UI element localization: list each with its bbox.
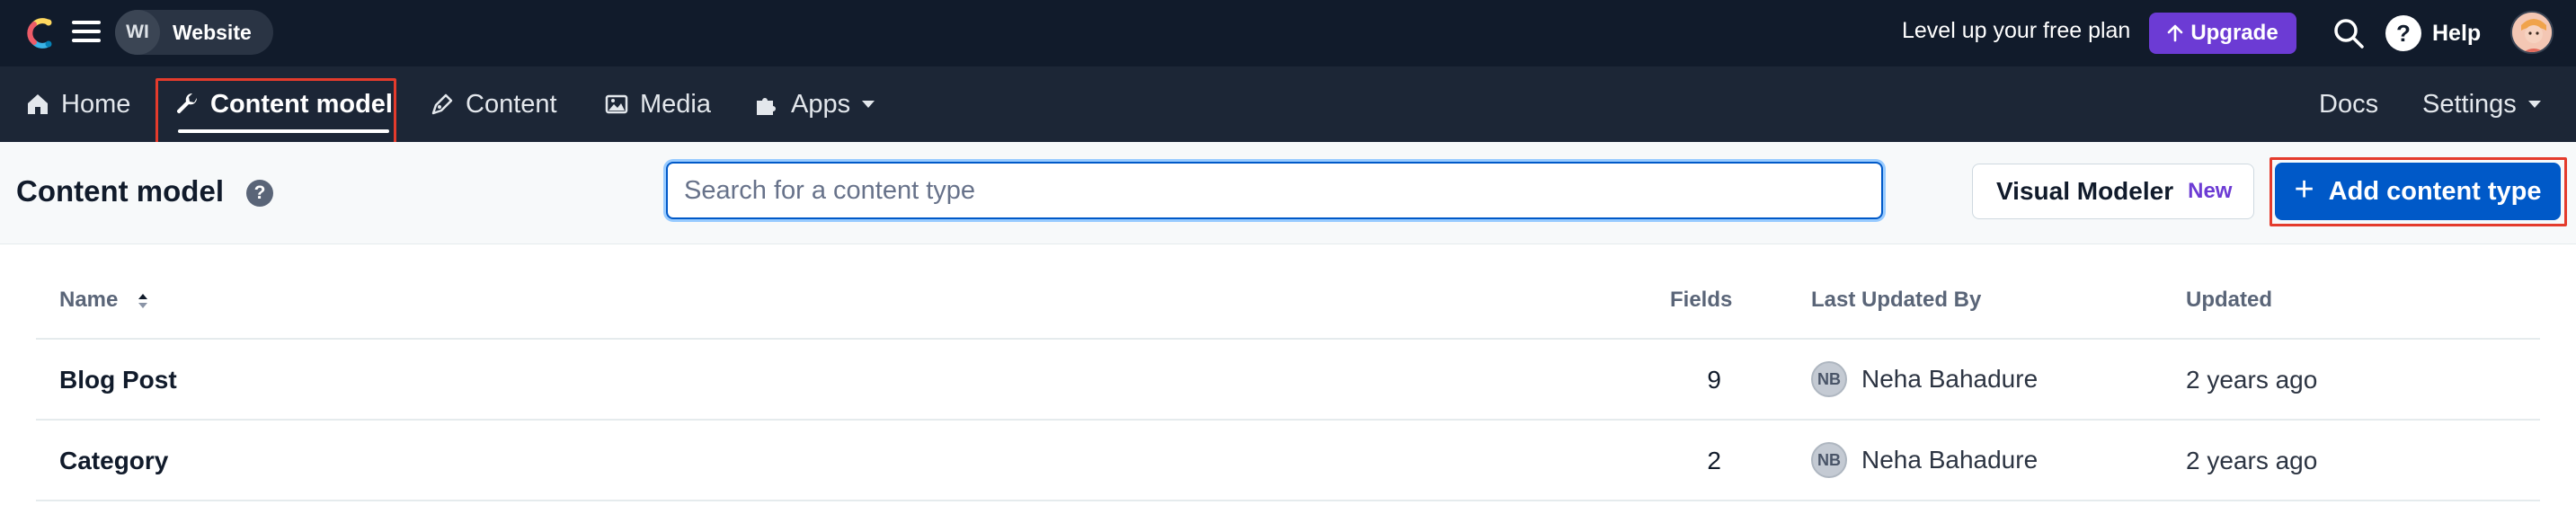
upgrade-promo-text: Level up your free plan <box>1902 18 2131 43</box>
content-type-name[interactable]: Category <box>59 447 168 475</box>
column-header-updated: Updated <box>2186 288 2272 312</box>
fields-count: 2 <box>1707 447 1721 474</box>
nav-content[interactable]: Content <box>430 66 557 142</box>
nav-home[interactable]: Home <box>25 66 130 142</box>
last-updated-by: NB Neha Bahadure <box>1811 361 2038 397</box>
nav-apps[interactable]: Apps <box>753 66 875 142</box>
page-header: Content model ? Visual Modeler New + Add… <box>0 142 2576 244</box>
home-icon <box>28 94 48 114</box>
column-name-label: Name <box>59 288 119 312</box>
nav-settings[interactable]: Settings <box>2422 66 2542 142</box>
content-type-search-input[interactable] <box>666 162 1883 219</box>
nav-media-label: Media <box>640 89 711 119</box>
contentful-logo-icon[interactable] <box>22 15 58 51</box>
puzzle-icon <box>757 98 776 115</box>
user-avatar[interactable] <box>2510 11 2554 54</box>
visual-modeler-label: Visual Modeler <box>1996 177 2174 205</box>
nav-media[interactable]: Media <box>604 66 711 142</box>
table-row[interactable]: Category 2 NB Neha Bahadure 2 years ago <box>36 421 2540 501</box>
table-row[interactable]: Blog Post 9 NB Neha Bahadure 2 years ago <box>36 340 2540 421</box>
menu-icon[interactable] <box>72 21 101 46</box>
avatar: NB <box>1811 361 1847 397</box>
help-icon[interactable]: ? <box>246 180 273 207</box>
nav-home-label: Home <box>61 89 131 119</box>
fields-count: 9 <box>1707 366 1721 394</box>
column-header-name[interactable]: Name <box>59 288 149 313</box>
highlight-add-content-type <box>2270 157 2567 226</box>
user-name: Neha Bahadure <box>1861 446 2039 474</box>
arrow-up-icon <box>2168 24 2183 42</box>
nav-settings-label: Settings <box>2422 89 2517 119</box>
content-type-name[interactable]: Blog Post <box>59 366 177 394</box>
search-icon[interactable] <box>2332 16 2366 50</box>
updated-time: 2 years ago <box>2186 447 2318 474</box>
pen-icon <box>431 93 453 115</box>
image-icon <box>605 94 628 114</box>
chevron-down-icon <box>862 101 875 108</box>
avatar: NB <box>1811 442 1847 478</box>
nav-apps-label: Apps <box>791 89 851 119</box>
page-title: Content model <box>16 174 224 208</box>
chevron-down-icon <box>2527 101 2541 108</box>
help-menu[interactable]: ? Help <box>2385 14 2481 52</box>
table-header: Name Fields Last Updated By Updated <box>36 259 2540 340</box>
visual-modeler-button[interactable]: Visual Modeler New <box>1972 164 2254 219</box>
nav-content-label: Content <box>466 89 557 119</box>
user-avatar-image <box>2512 13 2552 52</box>
column-header-last-updated-by: Last Updated By <box>1811 288 1982 312</box>
highlight-content-model-tab <box>155 78 396 148</box>
column-header-fields: Fields <box>1670 288 1733 312</box>
top-bar: WI Website Level up your free plan Upgra… <box>0 0 2576 66</box>
last-updated-by: NB Neha Bahadure <box>1811 442 2038 478</box>
space-name: Website <box>173 20 252 44</box>
help-label: Help <box>2432 20 2482 46</box>
nav-docs-label: Docs <box>2319 89 2379 119</box>
nav-docs[interactable]: Docs <box>2319 66 2378 142</box>
space-switcher[interactable]: WI Website <box>115 10 273 55</box>
content-types-table: Name Fields Last Updated By Updated Blog… <box>36 259 2540 501</box>
upgrade-button-label: Upgrade <box>2190 21 2278 45</box>
sort-icon[interactable] <box>137 291 149 311</box>
space-avatar: WI <box>115 10 160 55</box>
help-icon: ? <box>2385 15 2421 51</box>
new-badge: New <box>2188 179 2233 203</box>
upgrade-button[interactable]: Upgrade <box>2149 13 2296 54</box>
user-name: Neha Bahadure <box>1861 365 2039 393</box>
updated-time: 2 years ago <box>2186 366 2318 394</box>
